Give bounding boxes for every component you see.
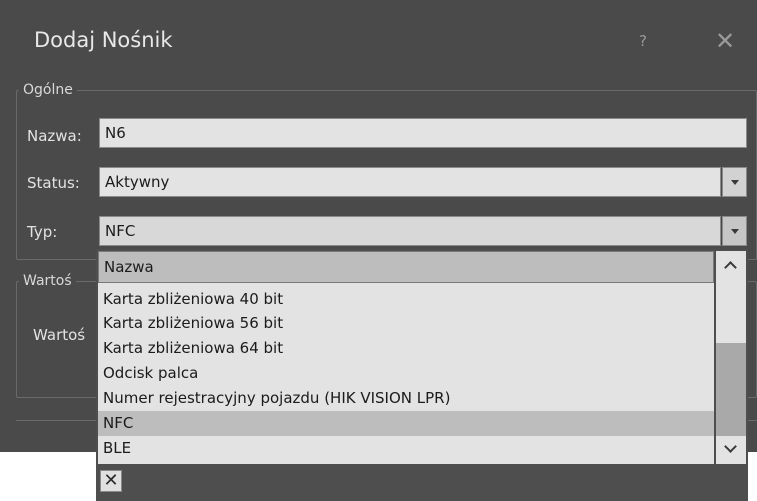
dropdown-column-header[interactable]: Nazwa — [98, 251, 714, 283]
dialog-title: Dodaj Nośnik — [34, 28, 173, 52]
chevron-down-icon — [724, 440, 737, 453]
close-button[interactable]: ✕ — [713, 28, 737, 54]
chevron-down-icon — [731, 180, 739, 185]
type-dropdown-button[interactable] — [722, 216, 747, 246]
dropdown-option[interactable]: Karta zbliżeniowa 64 bit — [98, 336, 714, 361]
general-group-legend: Ogólne — [19, 82, 77, 98]
scroll-thumb[interactable] — [716, 343, 746, 436]
clear-selection-button[interactable]: ✕ — [100, 470, 122, 492]
name-label: Nazwa: — [27, 127, 82, 145]
scroll-down-button[interactable] — [716, 436, 746, 464]
name-field[interactable]: N6 — [99, 118, 747, 148]
type-dropdown-popup: Nazwa Karta zbliżeniowa 40 bit Karta zbl… — [96, 249, 748, 501]
dropdown-option[interactable]: Odcisk palca — [98, 361, 714, 386]
type-select[interactable]: NFC — [99, 216, 721, 246]
dropdown-option[interactable]: BLE — [98, 436, 714, 461]
chevron-down-icon — [731, 229, 739, 234]
status-label: Status: — [27, 174, 80, 192]
dropdown-option-selected[interactable]: NFC — [98, 411, 714, 436]
scroll-up-button[interactable] — [716, 251, 746, 279]
type-label: Typ: — [27, 223, 58, 241]
dropdown-option[interactable]: Karta zbliżeniowa 40 bit — [98, 287, 714, 311]
value-group-legend: Wartoś — [19, 273, 76, 289]
dropdown-list: Karta zbliżeniowa 40 bit Karta zbliżenio… — [98, 283, 714, 464]
value-label: Wartoś — [33, 326, 86, 344]
help-button[interactable]: ? — [634, 32, 652, 52]
dropdown-option[interactable]: Karta zbliżeniowa 56 bit — [98, 311, 714, 336]
status-select[interactable]: Aktywny — [99, 167, 721, 197]
chevron-up-icon — [724, 261, 737, 274]
status-dropdown-button[interactable] — [722, 167, 747, 197]
dropdown-scrollbar[interactable] — [716, 251, 746, 464]
dropdown-option[interactable]: Numer rejestracyjny pojazdu (HIK VISION … — [98, 386, 714, 411]
